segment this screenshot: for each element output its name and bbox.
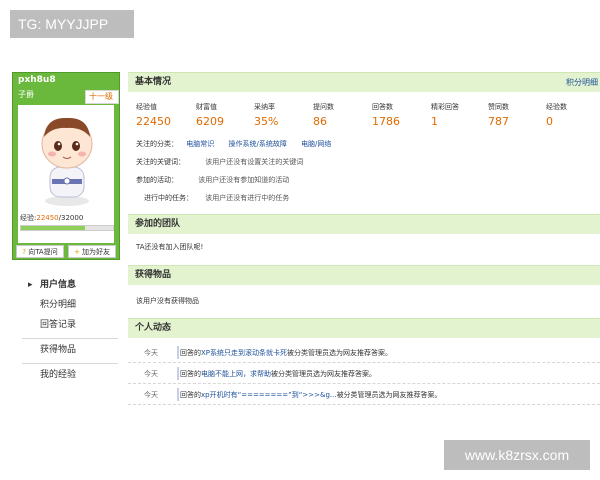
category-link[interactable]: 电脑常识	[186, 140, 214, 148]
username[interactable]: pxh8u8	[18, 75, 56, 85]
nav-divider	[22, 338, 118, 339]
basic-info-title: 基本情况	[135, 77, 172, 87]
stat-label: 提问数	[313, 103, 334, 111]
nav-item-answers[interactable]: 回答记录	[22, 316, 118, 336]
add-friend-button[interactable]: + 加为好友	[68, 245, 116, 258]
add-friend-button-label: 加为好友	[82, 248, 111, 256]
stat-value: 1	[431, 115, 438, 128]
feed-row: 今天 回答的电脑不能上网，求帮助被分类管理员选为网友推荐答案。	[128, 363, 600, 384]
exp-total: 32000	[61, 214, 84, 222]
ask-button[interactable]: ? 向TA提问	[16, 245, 64, 258]
feed-time: 今天	[144, 349, 158, 357]
exp-progress-bar	[20, 225, 114, 231]
feed-time: 今天	[144, 391, 158, 399]
stat-label: 经验数	[546, 103, 567, 111]
exp-text: 经验:22450/32000	[20, 213, 83, 223]
stat-label: 赞同数	[488, 103, 509, 111]
nav-item-user-info[interactable]: 用户信息	[22, 276, 118, 296]
feed-text: 回答的XP系统只走到滚动条就卡死被分类管理员选为网友推荐答案。	[180, 348, 392, 358]
feed-question-link[interactable]: 电脑不能上网，求帮助	[201, 370, 271, 378]
watermark-top: TG: MYYJJPP	[10, 10, 134, 38]
feed-time: 今天	[144, 370, 158, 378]
feed-question-link[interactable]: XP系统只走到滚动条就卡死	[201, 349, 287, 357]
stat-value: 35%	[254, 115, 279, 128]
category-link[interactable]: 电脑/网络	[301, 140, 331, 148]
feed-divider	[177, 346, 179, 359]
feed-row: 今天 回答的XP系统只走到滚动条就卡死被分类管理员选为网友推荐答案。	[128, 342, 600, 363]
stat-excellent-answers: 精彩回答 1	[431, 102, 459, 128]
side-nav: 用户信息 积分明细 回答记录 获得物品 我的经验	[22, 276, 118, 386]
stat-value: 787	[488, 115, 509, 128]
basic-info-header: 基本情况 积分明细	[128, 72, 600, 92]
stat-experience: 经验值 22450	[136, 102, 171, 128]
followed-keywords-row: 关注的关键词： 该用户还没有设置关注的关键词	[136, 157, 303, 167]
feed-header: 个人动态	[128, 318, 600, 338]
nav-item-experience[interactable]: 我的经验	[22, 366, 118, 386]
followed-keywords-label: 关注的关键词：	[136, 158, 185, 166]
stat-wealth: 财富值 6209	[196, 102, 224, 128]
exp-current: 22450	[36, 214, 59, 222]
team-header: 参加的团队	[128, 214, 600, 234]
stat-label: 采纳率	[254, 103, 275, 111]
question-icon: ?	[22, 248, 26, 256]
stat-value: 1786	[372, 115, 400, 128]
nav-item-items[interactable]: 获得物品	[22, 341, 118, 361]
stat-value: 0	[546, 115, 553, 128]
nav-item-points[interactable]: 积分明细	[22, 296, 118, 316]
feed-row: 今天 回答的xp开机时有“========”到“>>>&g...被分类管理员选为…	[128, 384, 600, 405]
stat-adoption-rate: 采纳率 35%	[254, 102, 278, 128]
stat-answers: 回答数 1786	[372, 102, 400, 128]
stat-likes: 赞同数 787	[488, 102, 509, 128]
stat-questions: 提问数 86	[313, 102, 334, 128]
feed-suffix: 被分类管理员选为网友推荐答案。	[287, 349, 393, 357]
followed-categories-row: 关注的分类： 电脑常识 操作系统/系统故障 电脑/网络	[136, 139, 343, 149]
nav-divider	[22, 363, 118, 364]
activities-value: 该用户还没有参加知道的活动	[198, 176, 290, 184]
user-rank-title: 子爵	[18, 90, 34, 99]
stat-label: 回答数	[372, 103, 393, 111]
stat-value: 86	[313, 115, 327, 128]
category-link[interactable]: 操作系统/系统故障	[228, 140, 286, 148]
items-header: 获得物品	[128, 265, 600, 285]
feed-prefix: 回答的	[180, 349, 201, 357]
activities-label: 参加的活动：	[136, 176, 178, 184]
stat-label: 财富值	[196, 103, 217, 111]
exp-label: 经验:	[20, 214, 37, 222]
feed-question-link[interactable]: xp开机时有“========”到“>>>&g...	[201, 391, 337, 399]
feed-divider	[177, 388, 179, 401]
stat-experience-count: 经验数 0	[546, 102, 567, 128]
stat-label: 精彩回答	[431, 103, 459, 111]
add-friend-icon: +	[73, 248, 80, 256]
feed-text: 回答的xp开机时有“========”到“>>>&g...被分类管理员选为网友推…	[180, 390, 442, 400]
stat-value: 6209	[196, 115, 224, 128]
followed-keywords-value: 该用户还没有设置关注的关键词	[205, 158, 304, 166]
tasks-label: 进行中的任务：	[144, 194, 193, 202]
avatar-panel: 经验:22450/32000	[18, 105, 114, 243]
level-badge: 十一级 ☺	[85, 90, 119, 113]
feed-text: 回答的电脑不能上网，求帮助被分类管理员选为网友推荐答案。	[180, 369, 376, 379]
profile-card: pxh8u8 子爵 十一级 ☺ 经验:22450/32000 ? 向TA提问 +…	[12, 72, 120, 260]
feed-title: 个人动态	[135, 323, 172, 333]
items-title: 获得物品	[135, 270, 172, 280]
stat-label: 经验值	[136, 103, 157, 111]
feed-prefix: 回答的	[180, 391, 201, 399]
level-label: 十一级	[89, 92, 113, 101]
team-title: 参加的团队	[135, 219, 181, 229]
points-detail-link[interactable]: 积分明细	[566, 73, 598, 92]
ask-button-label: 向TA提问	[28, 248, 58, 256]
avatar	[41, 117, 93, 206]
feed-suffix: 被分类管理员选为网友推荐答案。	[336, 391, 442, 399]
tasks-value: 该用户还没有进行中的任务	[205, 194, 290, 202]
items-text: 该用户没有获得物品	[136, 297, 199, 305]
watermark-bottom: www.k8zrsx.com	[444, 440, 590, 470]
activities-row: 参加的活动： 该用户还没有参加知道的活动	[136, 175, 289, 185]
feed-prefix: 回答的	[180, 370, 201, 378]
team-text: TA还没有加入团队呢!	[136, 243, 204, 251]
exp-progress-fill	[21, 226, 86, 230]
tasks-row: 进行中的任务： 该用户还没有进行中的任务	[144, 193, 289, 203]
stat-value: 22450	[136, 115, 171, 128]
feed-divider	[177, 367, 179, 380]
followed-categories-label: 关注的分类：	[136, 140, 178, 148]
feed-suffix: 被分类管理员选为网友推荐答案。	[271, 370, 376, 378]
